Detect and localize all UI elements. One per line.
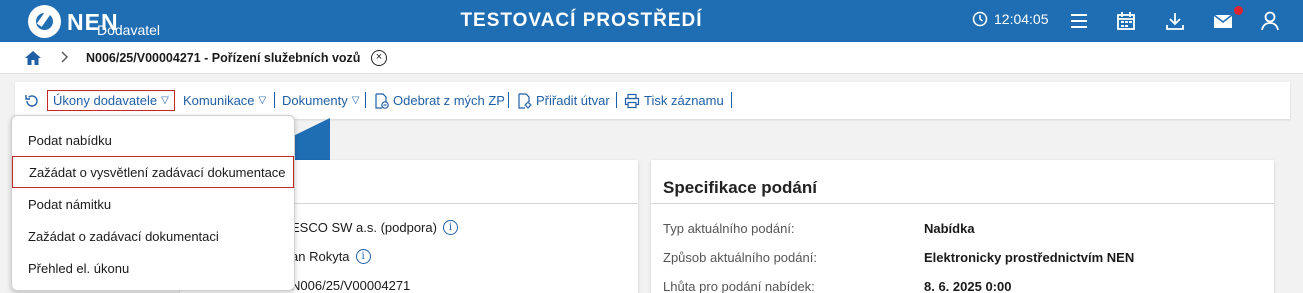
detail-row: N006/25/V00004271 [291, 278, 410, 293]
detail-row: an Rokyta i [291, 249, 371, 264]
menu-item-prehled-el-ukonu[interactable]: Přehled el. úkonu [12, 252, 294, 284]
print-icon [624, 93, 640, 108]
menu-item-podat-namitku[interactable]: Podat námitku [12, 188, 294, 220]
odebrat-button[interactable]: Odebrat z mých ZP [373, 90, 505, 111]
chevron-right-icon [61, 51, 68, 63]
field-value: Elektronicky prostřednictvím NEN [924, 250, 1135, 265]
download-icon[interactable] [1164, 10, 1186, 32]
menu-item-zazadat-o-dokumentaci[interactable]: Zažádat o zadávací dokumentaci [12, 220, 294, 252]
clock-time: 12:04:05 [994, 11, 1049, 27]
odebrat-label: Odebrat z mých ZP [393, 93, 505, 108]
submission-specification-panel: Specifikace podání Typ aktuálního podání… [651, 160, 1274, 293]
tisk-label: Tisk záznamu [644, 93, 724, 108]
detail-row: ESCO SW a.s. (podpora) i [291, 220, 458, 235]
field-label: Typ aktuálního podání: [663, 221, 795, 236]
toolbar-divider [731, 92, 732, 108]
toolbar-divider [365, 92, 366, 108]
assign-unit-icon [518, 92, 532, 109]
priradit-label: Přiřadit útvar [536, 93, 610, 108]
breadcrumb: N006/25/V00004271 - Pořízení služebních … [0, 42, 1303, 74]
user-icon[interactable] [1259, 10, 1281, 32]
panel-divider [651, 203, 1274, 204]
home-icon[interactable] [24, 50, 42, 66]
menu-item-podat-nabidku[interactable]: Podat nabídku [12, 124, 294, 156]
close-icon[interactable]: × [371, 50, 387, 66]
breadcrumb-title[interactable]: N006/25/V00004271 - Pořízení služebních … [86, 51, 360, 65]
tisk-zaznamu-button[interactable]: Tisk záznamu [624, 90, 724, 111]
ukony-label: Úkony dodavatele [53, 93, 158, 108]
menu-icon[interactable] [1068, 10, 1090, 32]
toolbar-divider [616, 92, 617, 108]
remove-document-icon [375, 92, 389, 109]
calendar-icon[interactable] [1115, 10, 1137, 32]
notification-badge [1234, 6, 1243, 15]
action-toolbar: Úkony dodavatele ▽ Komunikace ▽ Dokumenty ▽… [15, 82, 1290, 119]
info-icon[interactable]: i [442, 220, 458, 235]
caret-down-icon: ▽ [258, 95, 267, 106]
priradit-utvar-button[interactable]: Přiřadit útvar [516, 90, 610, 111]
refresh-icon[interactable] [24, 93, 40, 109]
contact-person: an Rokyta [291, 249, 350, 264]
caret-down-icon: ▽ [351, 95, 360, 106]
info-icon[interactable]: i [355, 249, 371, 264]
procurement-number: N006/25/V00004271 [291, 278, 411, 293]
dokumenty-label: Dokumenty [282, 93, 348, 108]
contact-organization: ESCO SW a.s. (podpora) [291, 220, 437, 235]
mail-icon[interactable] [1212, 10, 1234, 32]
clock-icon [972, 11, 988, 27]
panel-title: Specifikace podání [663, 178, 817, 197]
field-label: Způsob aktuálního podání: [663, 250, 817, 265]
toolbar-divider [508, 92, 509, 108]
field-value: Nabídka [924, 221, 975, 236]
komunikace-label: Komunikace [183, 93, 255, 108]
dokumenty-menu[interactable]: Dokumenty ▽ [282, 90, 359, 111]
komunikace-menu[interactable]: Komunikace ▽ [183, 90, 266, 111]
ukony-dropdown-menu: Podat nabídku Zažádat o vysvětlení zadáv… [11, 115, 295, 291]
session-clock: 12:04:05 [972, 11, 1049, 27]
ukony-dodavatele-menu[interactable]: Úkony dodavatele ▽ [47, 90, 175, 111]
field-value: 8. 6. 2025 0:00 [924, 279, 1012, 293]
menu-item-zazadat-o-vysvetleni[interactable]: Zažádat o vysvětlení zadávací dokumentac… [12, 156, 294, 188]
field-label: Lhůta pro podání nabídek: [663, 279, 815, 293]
top-header: NEN Dodavatel TESTOVACÍ PROSTŘEDÍ 12:04:… [0, 0, 1303, 42]
caret-down-icon: ▽ [161, 95, 169, 106]
toolbar-divider [274, 92, 275, 108]
